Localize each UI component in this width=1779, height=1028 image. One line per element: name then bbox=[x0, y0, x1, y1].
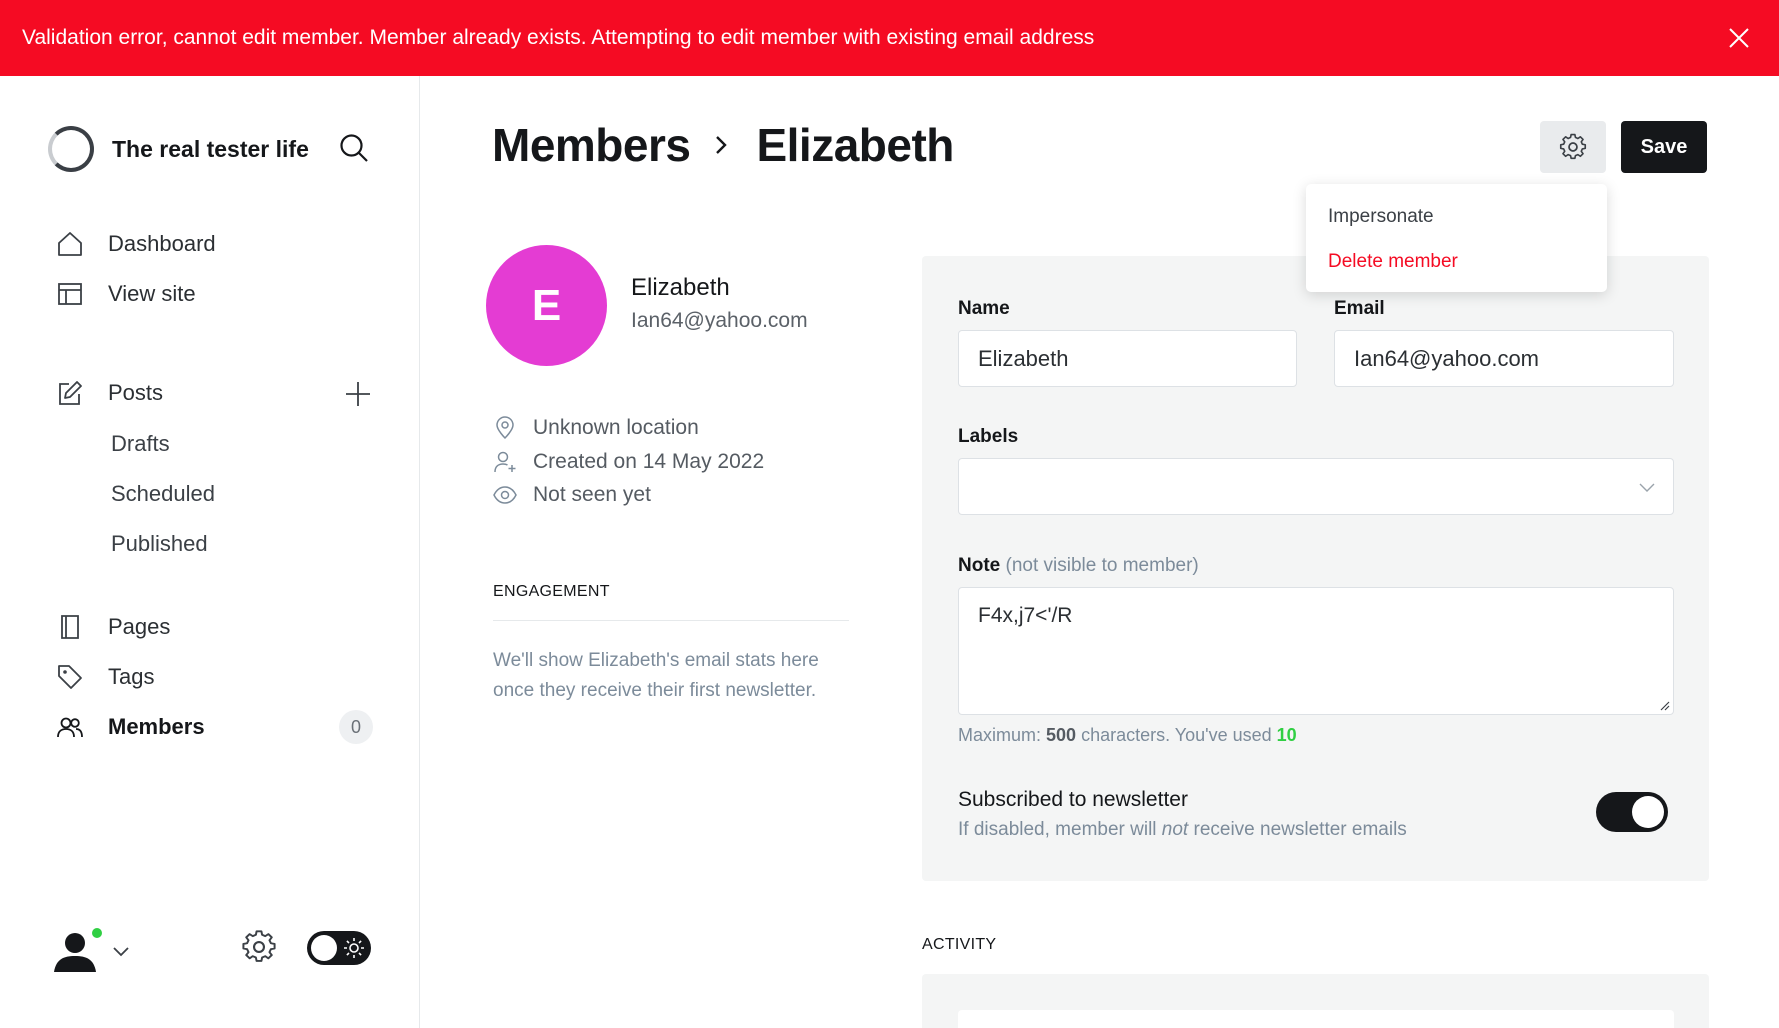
page-title: Elizabeth bbox=[756, 119, 954, 171]
chevron-right-icon bbox=[716, 136, 728, 154]
error-banner: Validation error, cannot edit member. Me… bbox=[0, 0, 1779, 76]
site-logo bbox=[48, 126, 94, 172]
sidebar-item-posts[interactable]: Posts bbox=[56, 379, 163, 407]
sidebar-item-label: View site bbox=[108, 281, 196, 306]
activity-panel bbox=[922, 974, 1709, 1028]
member-actions-menu: Impersonate Delete member bbox=[1306, 184, 1607, 292]
sidebar-item-label: Posts bbox=[108, 380, 164, 405]
site-brand[interactable]: The real tester life bbox=[48, 126, 309, 172]
newsletter-toggle[interactable] bbox=[1596, 792, 1668, 832]
member-name: Elizabeth bbox=[631, 274, 730, 301]
desc-part-2: receive newsletter emails bbox=[1188, 819, 1407, 840]
page-icon bbox=[61, 615, 79, 639]
member-actions-button[interactable] bbox=[1540, 121, 1606, 173]
tag-icon bbox=[58, 665, 82, 689]
member-location: Unknown location bbox=[493, 416, 699, 440]
breadcrumb-members-link[interactable]: Members bbox=[492, 118, 691, 172]
sidebar-item-scheduled[interactable]: Scheduled bbox=[111, 481, 215, 507]
site-name: The real tester life bbox=[112, 135, 309, 162]
member-created: Created on 14 May 2022 bbox=[493, 450, 764, 474]
labels-select[interactable] bbox=[958, 458, 1674, 515]
newsletter-subscription-description: If disabled, member will not receive new… bbox=[958, 819, 1407, 841]
chevron-down-icon bbox=[1639, 483, 1655, 492]
gear-icon bbox=[1559, 133, 1587, 160]
note-text: F4x,j7<'/R bbox=[978, 604, 1073, 627]
desc-part-1: If disabled, member will bbox=[958, 819, 1162, 840]
newsletter-subscription-title: Subscribed to newsletter bbox=[958, 788, 1188, 811]
note-label-hint: (not visible to member) bbox=[1005, 555, 1199, 576]
user-add-icon bbox=[494, 451, 516, 473]
toggle-knob bbox=[311, 935, 337, 961]
member-details-form: Name Elizabeth Email Ian64@yahoo.com Lab… bbox=[922, 256, 1709, 881]
member-last-seen: Not seen yet bbox=[493, 483, 651, 507]
char-count-mid: characters. You've used bbox=[1076, 725, 1277, 745]
engagement-placeholder-text: We'll show Elizabeth's email stats here … bbox=[493, 650, 819, 701]
user-menu[interactable] bbox=[50, 926, 132, 976]
resize-handle-icon[interactable] bbox=[1658, 699, 1670, 711]
save-button[interactable]: Save bbox=[1621, 121, 1707, 173]
sidebar-item-label: Tags bbox=[108, 664, 155, 689]
activity-heading: ACTIVITY bbox=[922, 936, 997, 953]
theme-toggle[interactable] bbox=[307, 931, 371, 965]
search-icon[interactable] bbox=[338, 132, 370, 164]
name-field[interactable]: Elizabeth bbox=[958, 330, 1297, 387]
avatar bbox=[50, 926, 104, 976]
labels-label: Labels bbox=[958, 426, 1019, 447]
members-count-badge: 0 bbox=[339, 710, 373, 744]
toggle-knob bbox=[1632, 796, 1664, 828]
email-field[interactable]: Ian64@yahoo.com bbox=[1334, 330, 1674, 387]
error-message: Validation error, cannot edit member. Me… bbox=[22, 26, 1095, 49]
created-text: Created on 14 May 2022 bbox=[533, 450, 765, 473]
sidebar-item-view-site[interactable]: View site bbox=[56, 280, 196, 308]
last-seen-text: Not seen yet bbox=[533, 483, 651, 506]
plus-icon[interactable] bbox=[344, 380, 372, 408]
char-count-max: 500 bbox=[1046, 725, 1077, 745]
sidebar-item-dashboard[interactable]: Dashboard bbox=[56, 230, 216, 258]
sidebar-item-label: Pages bbox=[108, 614, 171, 639]
engagement-heading: ENGAGEMENT bbox=[493, 583, 610, 600]
layout-icon bbox=[58, 283, 82, 305]
note-label-text: Note bbox=[958, 555, 1001, 576]
name-label: Name bbox=[958, 298, 1010, 319]
breadcrumb: Members Elizabeth bbox=[492, 118, 954, 172]
settings-gear-icon[interactable] bbox=[242, 930, 276, 964]
delete-member-menu-item[interactable]: Delete member bbox=[1328, 251, 1458, 273]
activity-list bbox=[958, 1010, 1674, 1028]
eye-icon bbox=[493, 486, 517, 504]
sidebar-item-pages[interactable]: Pages bbox=[56, 613, 170, 641]
sidebar-item-drafts[interactable]: Drafts bbox=[111, 431, 170, 457]
char-count-used: 10 bbox=[1276, 725, 1297, 745]
desc-emphasis: not bbox=[1161, 819, 1189, 840]
note-label: Note (not visible to member) bbox=[958, 555, 1199, 577]
note-textarea[interactable]: F4x,j7<'/R bbox=[958, 587, 1674, 715]
member-email: Ian64@yahoo.com bbox=[631, 309, 808, 332]
impersonate-menu-item[interactable]: Impersonate bbox=[1328, 206, 1434, 228]
divider bbox=[493, 620, 849, 621]
location-pin-icon bbox=[496, 416, 514, 440]
home-icon bbox=[58, 232, 82, 256]
sidebar-item-tags[interactable]: Tags bbox=[56, 663, 154, 691]
location-text: Unknown location bbox=[533, 416, 699, 439]
email-label: Email bbox=[1334, 298, 1385, 319]
sidebar-item-label: Dashboard bbox=[108, 231, 216, 256]
sidebar-item-label: Members bbox=[108, 714, 205, 739]
edit-icon bbox=[59, 381, 82, 405]
sun-icon bbox=[344, 938, 364, 958]
character-count: Maximum: 500 characters. You've used 10 bbox=[958, 725, 1297, 746]
chevron-down-icon bbox=[113, 947, 129, 957]
close-icon[interactable] bbox=[1725, 24, 1753, 52]
sidebar: The real tester life Dashboard View site… bbox=[0, 76, 420, 1028]
members-icon bbox=[57, 717, 83, 738]
member-avatar: E bbox=[486, 245, 607, 366]
online-status-dot bbox=[90, 926, 104, 940]
sidebar-item-published[interactable]: Published bbox=[111, 531, 208, 557]
char-count-prefix: Maximum: bbox=[958, 725, 1047, 745]
sidebar-item-members[interactable]: Members bbox=[56, 713, 205, 741]
